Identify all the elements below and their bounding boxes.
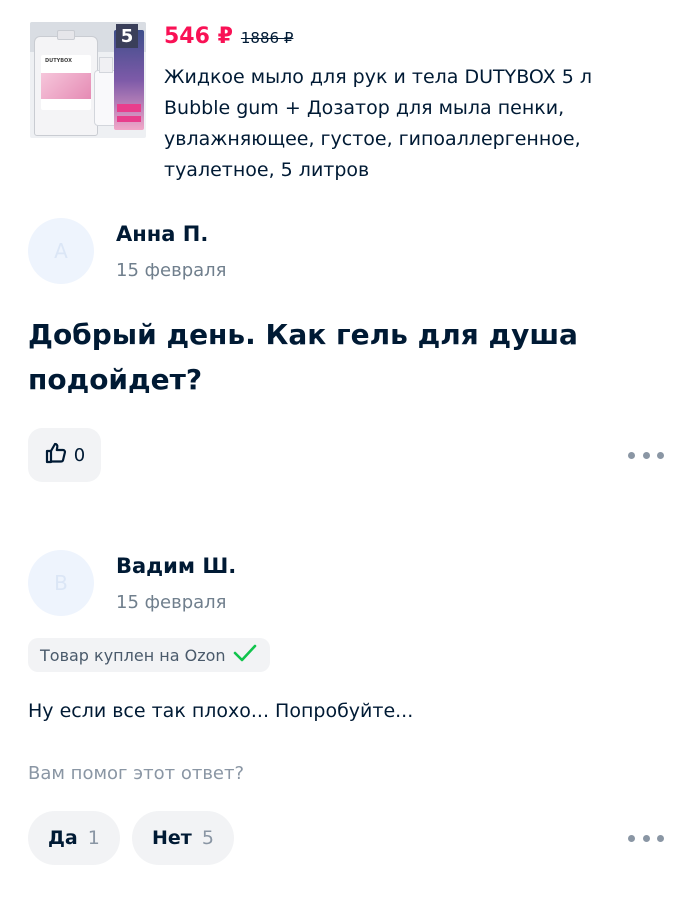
vote-yes-count: 1	[87, 827, 100, 849]
price-row: 546 ₽ 1886 ₽	[164, 24, 293, 54]
checkmark-icon	[232, 643, 258, 667]
question-author: Анна П.	[116, 222, 209, 246]
vote-yes-button[interactable]: Да 1	[28, 811, 120, 865]
volume-badge: 5	[116, 24, 138, 48]
vote-no-count: 5	[201, 827, 214, 849]
purchased-badge-label: Товар куплен на Ozon	[40, 645, 226, 665]
helpful-prompt: Вам помог этот ответ?	[28, 763, 245, 784]
current-price: 546 ₽	[164, 24, 233, 49]
vote-no-button[interactable]: Нет 5	[132, 811, 234, 865]
soap-canister-image: DUTYBOX	[34, 30, 98, 136]
vote-no-label: Нет	[152, 827, 192, 849]
answer-author: Вадим Ш.	[116, 554, 237, 578]
like-button[interactable]: 0	[28, 428, 101, 482]
more-options-icon[interactable]	[628, 833, 664, 843]
product-image-brand: DUTYBOX	[45, 58, 72, 64]
old-price: 1886 ₽	[240, 29, 294, 47]
answer-text: Ну если все так плохо... Попробуйте...	[28, 700, 414, 722]
question-date: 15 февраля	[116, 260, 227, 281]
answer-date: 15 февраля	[116, 592, 227, 613]
purchased-badge: Товар куплен на Ozon	[28, 638, 270, 672]
question-text: Добрый день. Как гель для душа подойдет?	[28, 318, 578, 396]
product-header[interactable]: DUTYBOX 5 546 ₽ 1886 ₽ Жидкое мыло для р…	[30, 22, 670, 187]
more-options-icon[interactable]	[628, 450, 664, 460]
like-count: 0	[73, 444, 86, 466]
vote-yes-label: Да	[48, 827, 78, 849]
product-image[interactable]: DUTYBOX 5	[30, 22, 146, 138]
avatar: А	[28, 218, 94, 284]
product-title[interactable]: Жидкое мыло для рук и тела DUTYBOX 5 л B…	[164, 62, 664, 186]
thumbs-up-icon	[44, 441, 68, 469]
avatar: В	[28, 550, 94, 616]
